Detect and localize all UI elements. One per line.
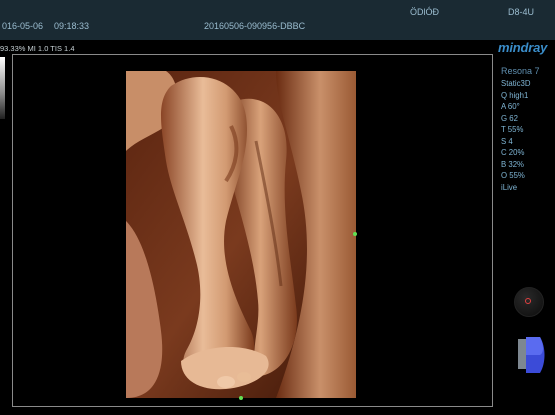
param-mode: Static3D bbox=[501, 79, 531, 88]
hospital-name: ÖDlÓÐ bbox=[410, 7, 439, 17]
brand-logo: mindray bbox=[498, 40, 548, 55]
exam-date: 016-05-06 bbox=[2, 21, 44, 31]
system-model: Resona 7 bbox=[501, 66, 540, 76]
param-contrast: C 20% bbox=[501, 148, 525, 157]
param-gain: G 62 bbox=[501, 113, 518, 123]
trackball-knob-icon[interactable] bbox=[514, 287, 544, 317]
3d-orientation-icon[interactable] bbox=[516, 333, 548, 377]
param-threshold: T 55% bbox=[501, 125, 524, 134]
study-id: 20160506-090956-DBBC bbox=[204, 21, 306, 31]
grayscale-bar bbox=[0, 57, 5, 119]
acoustic-output-readout: 93.33% MI 1.0 TIS 1.4 bbox=[0, 44, 75, 53]
param-ilive: iLive bbox=[501, 182, 518, 192]
probe-name: D8-4U bbox=[508, 7, 535, 17]
exam-time: 09:18:33 bbox=[54, 21, 90, 31]
param-smooth: S 4 bbox=[501, 136, 513, 146]
param-angle: A 60° bbox=[501, 102, 520, 111]
top-header-bar: 016-05-06 09:18:33 20160506-090956-DBBC … bbox=[0, 0, 555, 40]
param-brightness: B 32% bbox=[501, 159, 524, 169]
imaging-parameters-list: Static3D Q high1 A 60° G 62 T 55% S 4 C … bbox=[501, 78, 530, 193]
volume-marker-bottom bbox=[239, 396, 243, 400]
volume-marker-right bbox=[353, 232, 357, 236]
fetal-render-svg bbox=[126, 71, 356, 398]
3d-render-image[interactable] bbox=[126, 71, 356, 398]
param-opacity: O 55% bbox=[501, 171, 525, 180]
param-quality: Q high1 bbox=[501, 90, 529, 100]
knob-indicator-icon bbox=[525, 298, 531, 304]
